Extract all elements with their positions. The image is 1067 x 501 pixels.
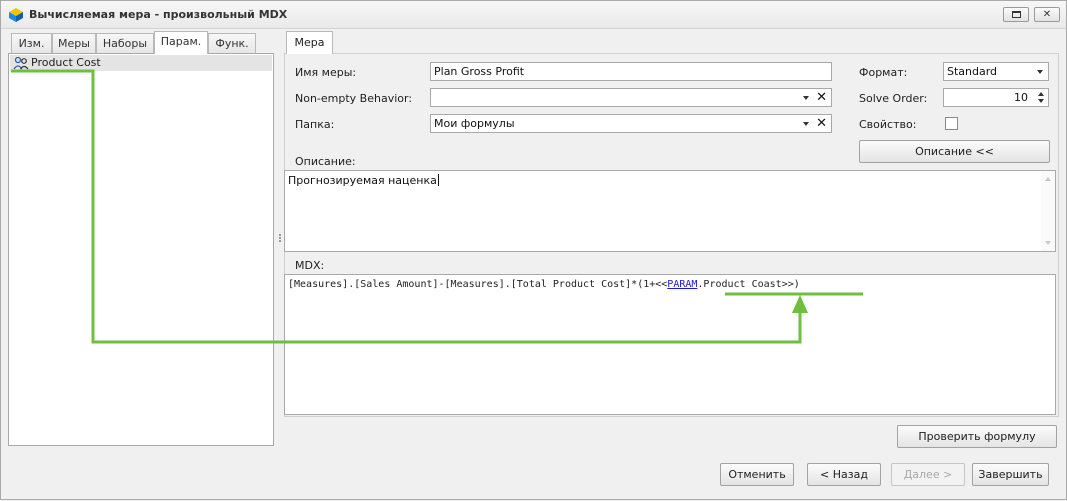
chevron-down-icon	[1037, 70, 1043, 74]
description-textarea[interactable]: Прогнозируемая наценка	[284, 170, 1056, 252]
finish-button[interactable]: Завершить	[972, 463, 1049, 486]
scroll-up-icon[interactable]	[1045, 177, 1051, 181]
list-item[interactable]: Product Cost	[10, 55, 272, 71]
parameters-list: Product Cost	[8, 53, 274, 446]
folder-combo[interactable]: Мои формулы ✕	[430, 114, 832, 133]
folder-label: Папка:	[295, 118, 335, 131]
tab-dimensions[interactable]: Изм.	[11, 33, 52, 53]
spin-up-icon[interactable]	[1038, 92, 1044, 96]
mdx-expression: [Measures].[Sales Amount]-[Measures].[To…	[288, 279, 800, 290]
description-text: Прогнозируемая наценка	[288, 174, 439, 187]
close-icon: ✕	[1042, 9, 1052, 20]
splitter-handle[interactable]	[279, 234, 282, 244]
tab-sets[interactable]: Наборы	[96, 33, 154, 53]
maximize-icon	[1012, 11, 1021, 18]
tab-measures[interactable]: Меры	[52, 33, 96, 53]
mdx-editor[interactable]: [Measures].[Sales Amount]-[Measures].[To…	[284, 274, 1056, 415]
property-label: Свойство:	[859, 118, 917, 131]
back-button[interactable]: < Назад	[807, 463, 881, 486]
folder-value: Мои формулы	[434, 117, 515, 130]
tab-measure[interactable]: Мера	[286, 31, 333, 54]
format-label: Формат:	[859, 66, 908, 79]
window-title: Вычисляемая мера - произвольный MDX	[29, 8, 288, 21]
list-item-label: Product Cost	[31, 56, 101, 69]
description-label: Описание:	[295, 155, 356, 168]
tab-functions[interactable]: Функ.	[208, 33, 256, 53]
spin-down-icon[interactable]	[1038, 99, 1044, 103]
clear-icon[interactable]: ✕	[816, 115, 827, 132]
nonempty-behavior-combo[interactable]: ✕	[430, 88, 832, 107]
title-bar: Вычисляемая мера - произвольный MDX ✕	[1, 1, 1066, 29]
measure-name-label: Имя меры:	[295, 66, 357, 79]
dialog-window: Вычисляемая мера - произвольный MDX ✕ Из…	[0, 0, 1067, 500]
app-logo-icon	[9, 8, 23, 22]
mdx-label: MDX:	[295, 259, 325, 272]
scrollbar[interactable]	[1041, 171, 1055, 251]
check-formula-button[interactable]: Проверить формулу	[897, 425, 1057, 448]
solve-order-stepper[interactable]: 10	[943, 88, 1049, 107]
cancel-button[interactable]: Отменить	[720, 463, 794, 486]
format-value: Standard	[947, 65, 998, 78]
clear-icon[interactable]: ✕	[816, 89, 827, 106]
chevron-down-icon[interactable]	[803, 122, 809, 126]
scroll-down-icon[interactable]	[1045, 241, 1051, 245]
maximize-button[interactable]	[1003, 7, 1029, 22]
next-button[interactable]: Далее >	[891, 463, 965, 486]
property-checkbox[interactable]	[945, 117, 958, 130]
solve-order-label: Solve Order:	[859, 92, 928, 105]
param-keyword[interactable]: PARAM	[667, 279, 697, 290]
tab-parameters[interactable]: Парам.	[154, 31, 208, 54]
description-toggle-button[interactable]: Описание <<	[859, 140, 1050, 163]
parameter-icon	[13, 56, 29, 70]
solve-order-value: 10	[1014, 91, 1028, 104]
nonempty-behavior-label: Non-empty Behavior:	[295, 92, 413, 105]
chevron-down-icon[interactable]	[803, 96, 809, 100]
measure-name-input[interactable]: Plan Gross Profit	[430, 62, 832, 81]
close-button[interactable]: ✕	[1034, 7, 1060, 22]
format-select[interactable]: Standard	[943, 62, 1049, 81]
